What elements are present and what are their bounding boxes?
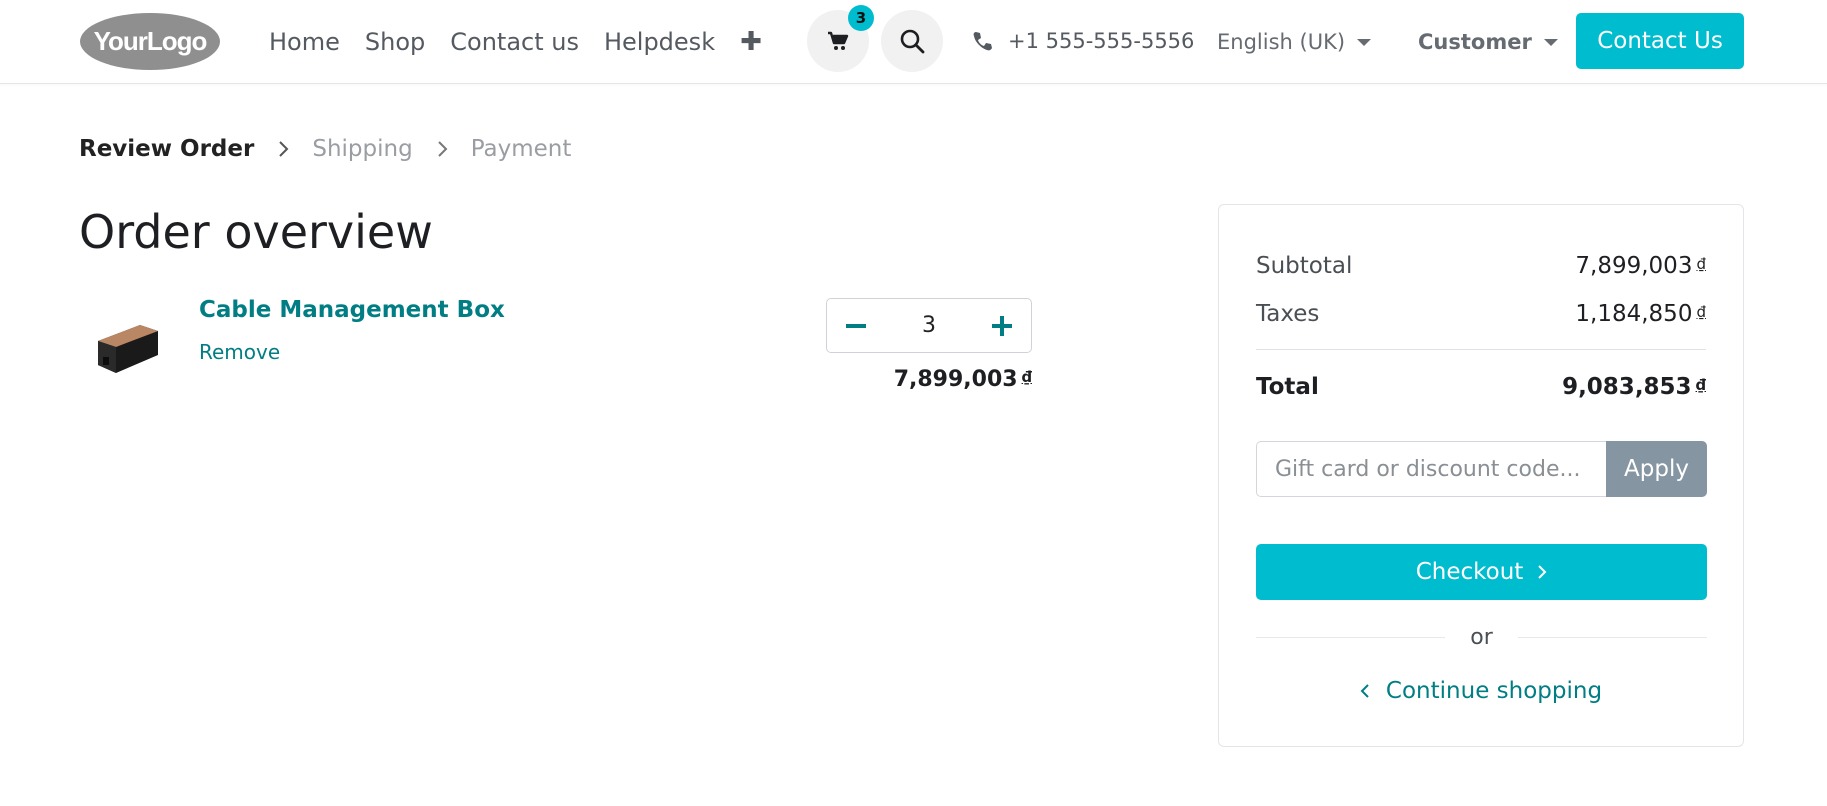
taxes-value: 1,184,850 ₫	[1575, 301, 1706, 327]
main-nav: Home Shop Contact us Helpdesk ✚	[269, 27, 762, 57]
chevron-left-icon	[1360, 684, 1369, 698]
language-label: English (UK)	[1217, 30, 1346, 54]
taxes-label: Taxes	[1256, 301, 1320, 327]
subtotal-value: 7,899,003 ₫	[1575, 253, 1706, 279]
line-total-price: 7,899,003 ₫	[894, 367, 1032, 392]
chevron-right-icon	[279, 141, 289, 157]
nav-shop[interactable]: Shop	[365, 28, 425, 56]
cart-icon	[828, 31, 849, 50]
quantity-input[interactable]: 3	[922, 313, 936, 338]
site-logo[interactable]: YourLogo	[79, 12, 221, 71]
user-menu[interactable]: Customer	[1418, 30, 1558, 54]
checkout-label: Checkout	[1415, 559, 1524, 585]
order-summary-card: Subtotal 7,899,003 ₫ Taxes 1,184,850 ₫ Tot…	[1218, 204, 1744, 747]
chevron-down-icon	[1357, 38, 1372, 46]
logo-text: YourLogo	[94, 26, 207, 56]
search-icon	[900, 29, 925, 54]
continue-shopping-label: Continue shopping	[1385, 678, 1603, 704]
line-price-value: 7,899,003	[893, 367, 1018, 392]
product-name-link[interactable]: Cable Management Box	[199, 297, 505, 323]
product-image[interactable]	[92, 315, 162, 377]
cart-count-badge: 3	[848, 5, 874, 31]
continue-shopping-link[interactable]: Continue shopping	[1219, 678, 1743, 704]
add-menu-icon[interactable]: ✚	[740, 27, 762, 57]
plus-icon[interactable]	[991, 315, 1013, 337]
total-row: Total 9,083,853 ₫	[1256, 374, 1706, 400]
taxes-row: Taxes 1,184,850 ₫	[1256, 301, 1706, 327]
remove-product-link[interactable]: Remove	[199, 340, 280, 364]
step-shipping[interactable]: Shipping	[312, 136, 412, 162]
page-title: Order overview	[79, 205, 433, 259]
coupon-form: Apply	[1256, 441, 1707, 497]
or-label: or	[1470, 625, 1493, 650]
user-name: Customer	[1418, 30, 1532, 54]
nav-home[interactable]: Home	[269, 28, 340, 56]
phone-icon	[973, 32, 992, 51]
checkout-button[interactable]: Checkout	[1256, 544, 1707, 600]
chevron-right-icon	[437, 141, 448, 157]
currency-symbol: ₫	[1021, 368, 1032, 386]
minus-icon[interactable]	[845, 315, 867, 337]
contact-us-button[interactable]: Contact Us	[1576, 13, 1744, 69]
site-header: YourLogo Home Shop Contact us Helpdesk ✚…	[0, 0, 1827, 84]
phone-contact[interactable]: +1 555-555-5556	[972, 29, 1194, 53]
checkout-breadcrumb: Review Order Shipping Payment	[79, 136, 571, 162]
chevron-down-icon	[1543, 38, 1558, 46]
or-separator: or	[1256, 625, 1708, 650]
chevron-right-icon	[1538, 565, 1547, 579]
step-review-order: Review Order	[79, 136, 255, 162]
nav-contact-us[interactable]: Contact us	[450, 28, 579, 56]
apply-button[interactable]: Apply	[1606, 441, 1707, 497]
summary-divider	[1256, 349, 1706, 350]
quantity-stepper: 3	[826, 298, 1032, 353]
nav-helpdesk[interactable]: Helpdesk	[604, 28, 715, 56]
step-payment[interactable]: Payment	[471, 136, 572, 162]
total-value: 9,083,853 ₫	[1562, 374, 1706, 400]
subtotal-row: Subtotal 7,899,003 ₫	[1256, 253, 1706, 279]
discount-code-input[interactable]	[1256, 441, 1606, 497]
search-button[interactable]	[881, 10, 943, 72]
subtotal-label: Subtotal	[1256, 253, 1353, 279]
language-selector[interactable]: English (UK)	[1217, 30, 1372, 54]
phone-number: +1 555-555-5556	[1008, 29, 1195, 53]
total-label: Total	[1256, 374, 1319, 400]
